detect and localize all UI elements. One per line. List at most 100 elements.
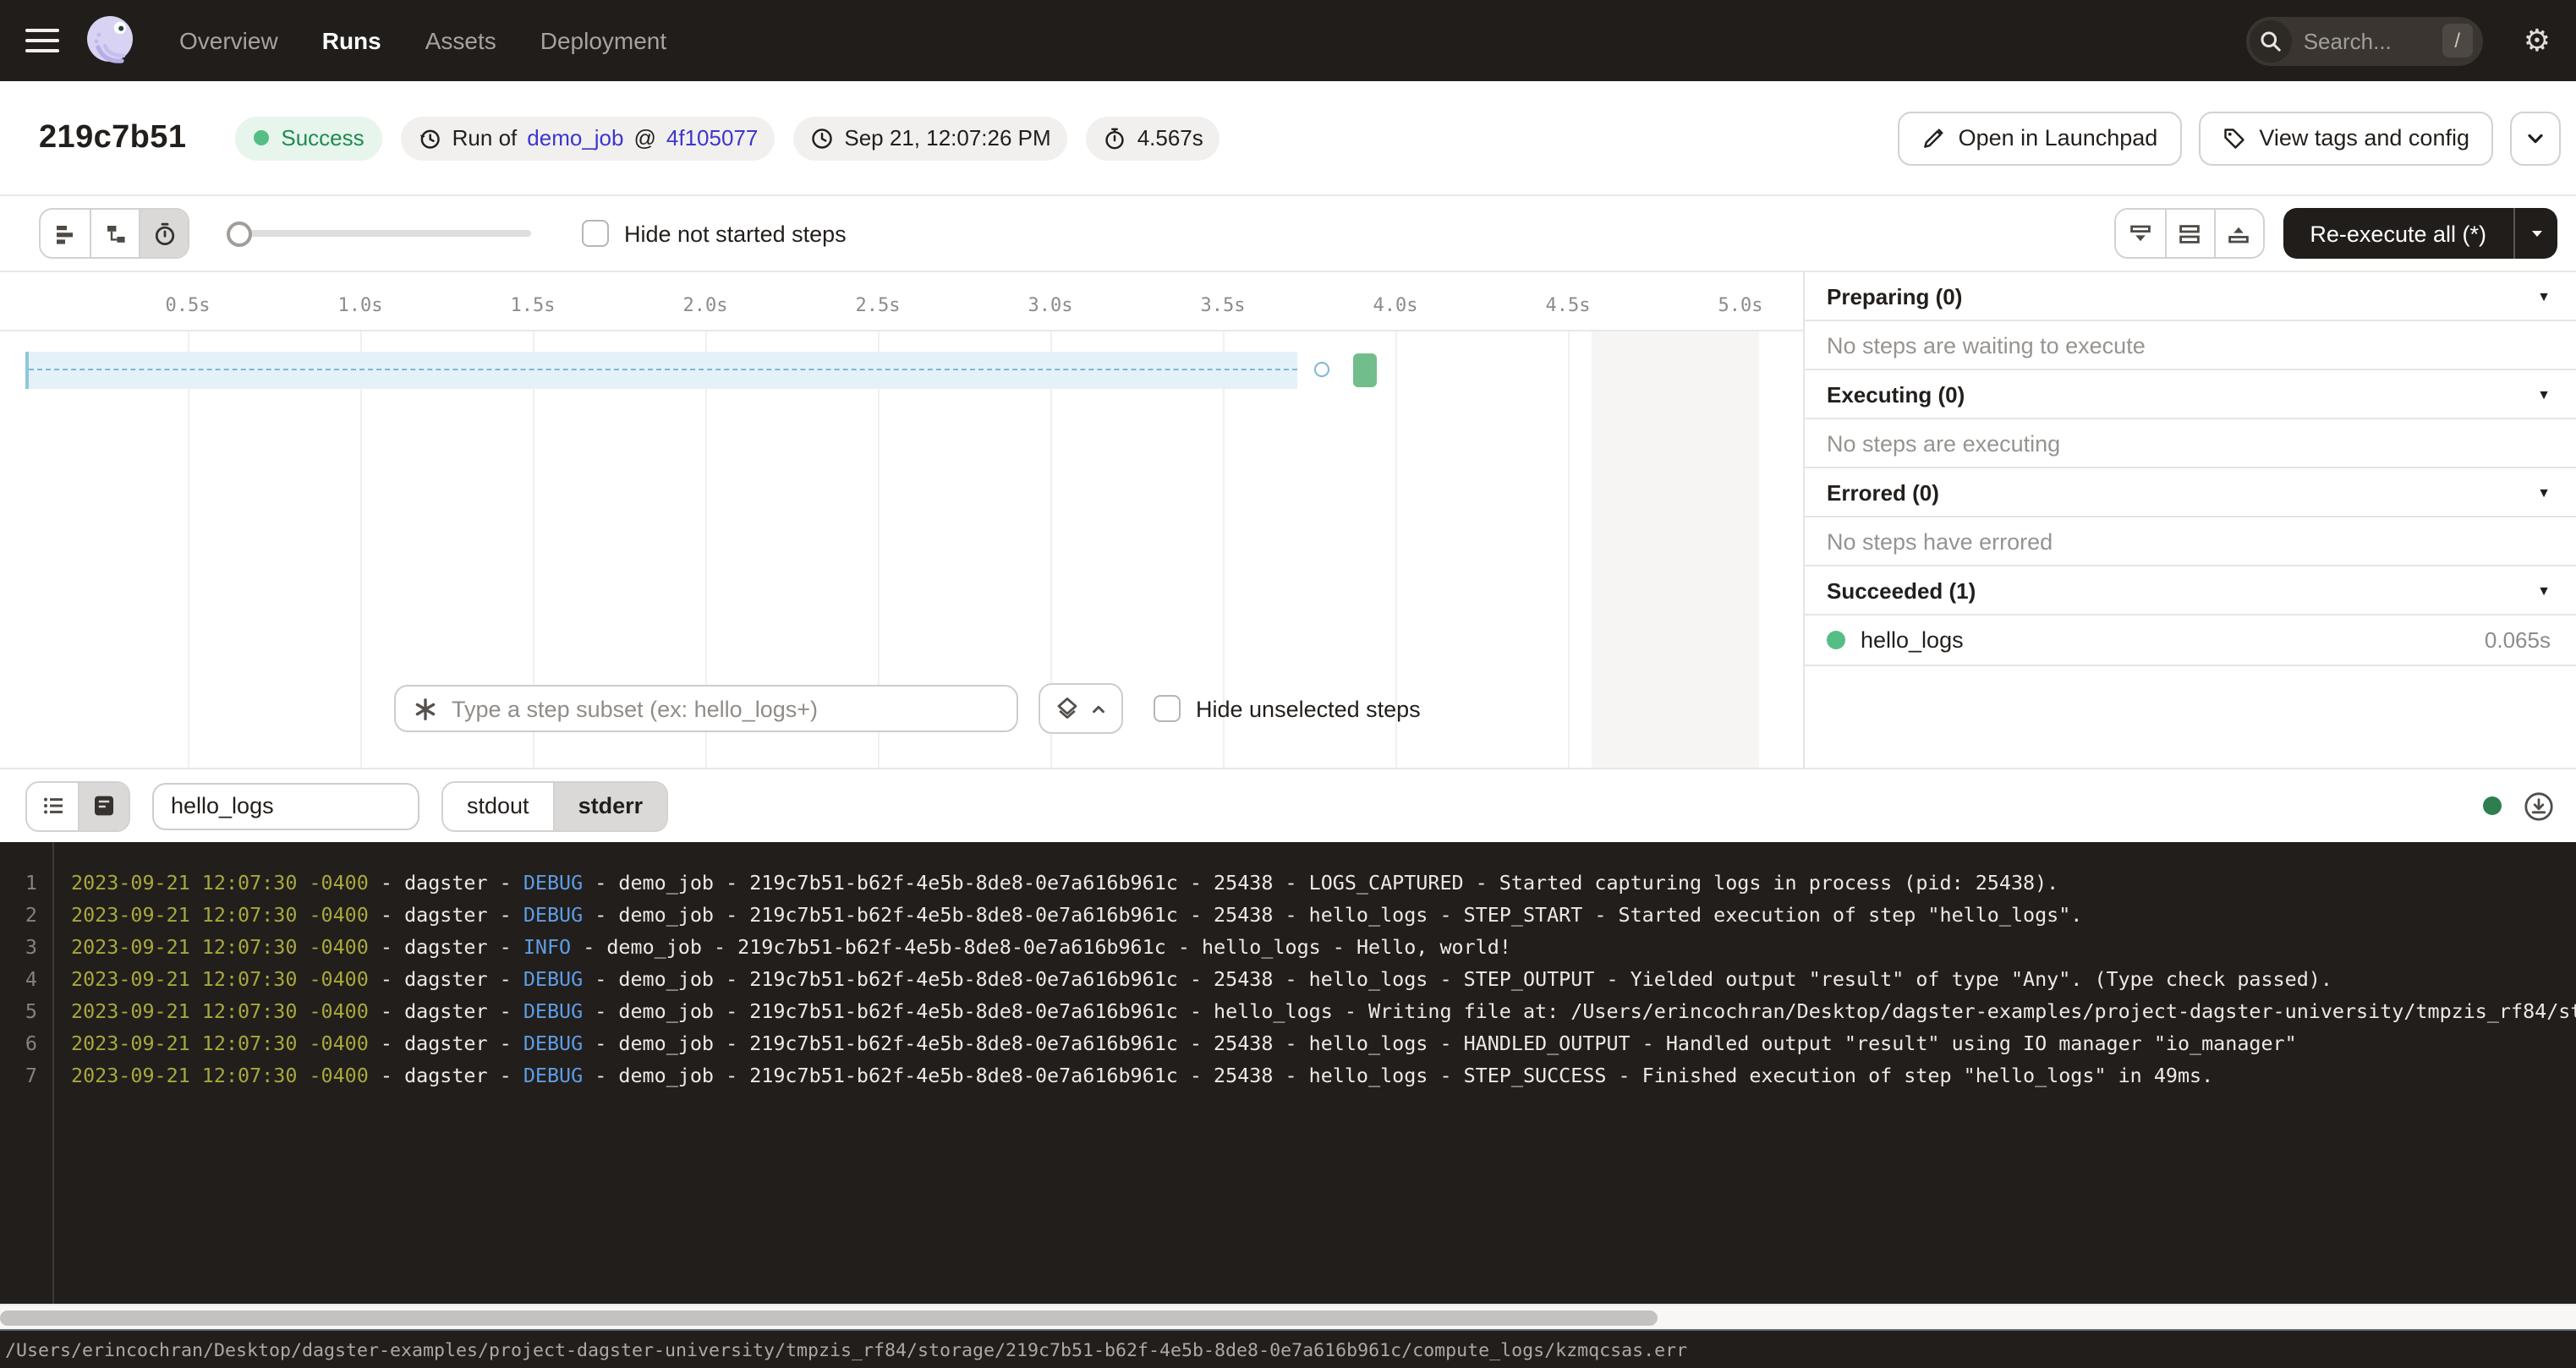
clock-icon <box>810 126 834 150</box>
hide-unselected-checkbox-row[interactable]: Hide unselected steps <box>1154 695 1421 722</box>
section-title: Errored (0) <box>1827 479 1939 505</box>
view-tags-config-label: View tags and config <box>2259 125 2469 150</box>
caret-down-icon <box>2528 225 2545 242</box>
section-collapse-caret-icon[interactable]: ▼ <box>2537 583 2551 598</box>
panel-split-button[interactable] <box>2164 210 2213 257</box>
view-timed-button[interactable] <box>139 210 188 257</box>
tab-stderr[interactable]: stderr <box>553 782 667 829</box>
status-dot <box>254 130 269 145</box>
list-view-icon <box>40 793 65 818</box>
tab-stdout[interactable]: stdout <box>443 782 553 829</box>
gantt-toolbar: Hide not started steps Re-execute all (*… <box>0 196 2576 272</box>
timestamp-label: Sep 21, 12:07:26 PM <box>844 125 1050 150</box>
axis-tick-label: 2.0s <box>683 294 728 316</box>
section-header[interactable]: Errored (0) ▼ <box>1805 468 2576 517</box>
axis-tick-label: 1.5s <box>511 294 556 316</box>
scrollbar-thumb[interactable] <box>0 1311 1658 1326</box>
step-status-sections: Preparing (0)▼No steps are waiting to ex… <box>1805 272 2576 666</box>
graph-query-toggle-button[interactable] <box>1039 683 1123 734</box>
search-input[interactable] <box>2292 28 2442 53</box>
section-title: Succeeded (1) <box>1827 577 1976 603</box>
axis-tick-label: 4.0s <box>1373 294 1418 316</box>
at-symbol: @ <box>634 125 656 150</box>
global-search[interactable]: / <box>2246 16 2483 65</box>
menu-icon[interactable] <box>25 28 59 53</box>
nav-item-overview[interactable]: Overview <box>179 27 278 54</box>
flat-view-icon <box>52 221 78 246</box>
log-line-text: 2023-09-21 12:07:30 -0400 - dagster - DE… <box>52 996 2576 1028</box>
gantt-view-mode-group <box>39 208 189 259</box>
log-line-text: 2023-09-21 12:07:30 -0400 - dagster - IN… <box>52 932 1511 964</box>
hide-not-started-label: Hide not started steps <box>624 221 847 246</box>
hide-unselected-checkbox[interactable] <box>1154 695 1181 722</box>
log-line-number: 7 <box>0 1060 52 1092</box>
chevron-up-icon <box>1089 699 1108 718</box>
slider-thumb[interactable] <box>227 221 252 246</box>
status-badge: Success <box>235 116 382 160</box>
gantt-zoom-slider[interactable] <box>227 221 531 246</box>
step-subset-row: Hide unselected steps <box>394 683 1421 734</box>
section-collapse-caret-icon[interactable]: ▼ <box>2537 484 2551 500</box>
section-collapse-caret-icon[interactable]: ▼ <box>2537 386 2551 402</box>
stopwatch-icon <box>1104 126 1127 150</box>
log-line: 22023-09-21 12:07:30 -0400 - dagster - D… <box>0 900 2576 932</box>
hide-not-started-checkbox[interactable] <box>582 220 609 247</box>
axis-tick-label: 4.5s <box>1546 294 1591 316</box>
code-version-link[interactable]: 4f105077 <box>666 125 758 150</box>
history-icon <box>419 126 442 150</box>
gantt-start-marker <box>1313 362 1329 377</box>
log-line: 62023-09-21 12:07:30 -0400 - dagster - D… <box>0 1028 2576 1060</box>
log-output[interactable]: 12023-09-21 12:07:30 -0400 - dagster - D… <box>0 842 2576 1304</box>
gantt-step-bar[interactable] <box>1353 353 1377 387</box>
gear-icon[interactable]: ⚙ <box>2524 25 2551 56</box>
reexecute-dropdown-button[interactable] <box>2513 208 2557 259</box>
hide-not-started-checkbox-row[interactable]: Hide not started steps <box>582 220 847 247</box>
view-tags-config-button[interactable]: View tags and config <box>2198 111 2493 165</box>
panel-collapse-bottom-button[interactable] <box>2115 210 2164 257</box>
gantt-chart: 0.5s1.0s1.5s2.0s2.5s3.0s3.5s4.0s4.5s5.0s… <box>0 272 1803 768</box>
run-of-tag: Run of demo_job @ 4f105077 <box>402 116 776 160</box>
dagster-run-page: OverviewRunsAssetsDeployment / ⚙ 219c7b5… <box>0 0 2576 1368</box>
run-actions-dropdown-button[interactable] <box>2510 111 2561 165</box>
axis-tick-label: 2.5s <box>856 294 901 316</box>
download-log-icon[interactable] <box>2524 791 2554 821</box>
log-line: 32023-09-21 12:07:30 -0400 - dagster - I… <box>0 932 2576 964</box>
open-in-launchpad-button[interactable]: Open in Launchpad <box>1898 111 2182 165</box>
step-row[interactable]: hello_logs0.065s <box>1805 616 2576 666</box>
step-subset-input[interactable] <box>452 696 1000 721</box>
nav-item-assets[interactable]: Assets <box>425 27 496 54</box>
section-header[interactable]: Executing (0)▼ <box>1805 370 2576 419</box>
dagster-logo[interactable] <box>81 12 139 69</box>
log-raw-view-button[interactable] <box>78 782 129 829</box>
section-header[interactable]: Succeeded (1) ▼ <box>1805 566 2576 616</box>
stopwatch-view-icon <box>151 221 177 246</box>
section-empty-message: No steps are executing <box>1805 419 2576 468</box>
reexecute-all-button[interactable]: Re-execute all (*) <box>2283 208 2513 259</box>
section-header[interactable]: Preparing (0) ▼ <box>1805 272 2576 321</box>
log-horizontal-scrollbar[interactable] <box>0 1304 2576 1329</box>
panel-expand-bottom-button[interactable] <box>2213 210 2262 257</box>
gantt-planned-band <box>25 352 1296 389</box>
axis-gridline <box>1568 331 1570 768</box>
log-list-view-button[interactable] <box>27 782 78 829</box>
status-bar: /Users/erincochran/Desktop/dagster-examp… <box>0 1329 2576 1368</box>
step-status-dot <box>1827 631 1845 649</box>
op-selector-icon <box>413 696 438 721</box>
job-link[interactable]: demo_job <box>527 125 623 150</box>
view-waterfall-button[interactable] <box>90 210 139 257</box>
reexecute-split-button: Re-execute all (*) <box>2283 208 2557 259</box>
view-flat-button[interactable] <box>41 210 90 257</box>
log-line-number: 3 <box>0 932 52 964</box>
nav-item-deployment[interactable]: Deployment <box>540 27 666 54</box>
step-subset-field[interactable] <box>394 685 1018 732</box>
section-title: Preparing (0) <box>1827 283 1962 309</box>
log-line-number: 5 <box>0 996 52 1028</box>
log-filter-input[interactable] <box>152 782 419 829</box>
layers-icon <box>1054 695 1081 722</box>
section-collapse-caret-icon[interactable]: ▼ <box>2537 288 2551 304</box>
log-line: 52023-09-21 12:07:30 -0400 - dagster - D… <box>0 996 2576 1028</box>
step-duration: 0.065s <box>2485 627 2551 653</box>
nav-item-runs[interactable]: Runs <box>322 27 381 54</box>
duration-label: 4.567s <box>1137 125 1203 150</box>
section-empty-message: No steps have errored <box>1805 517 2576 566</box>
